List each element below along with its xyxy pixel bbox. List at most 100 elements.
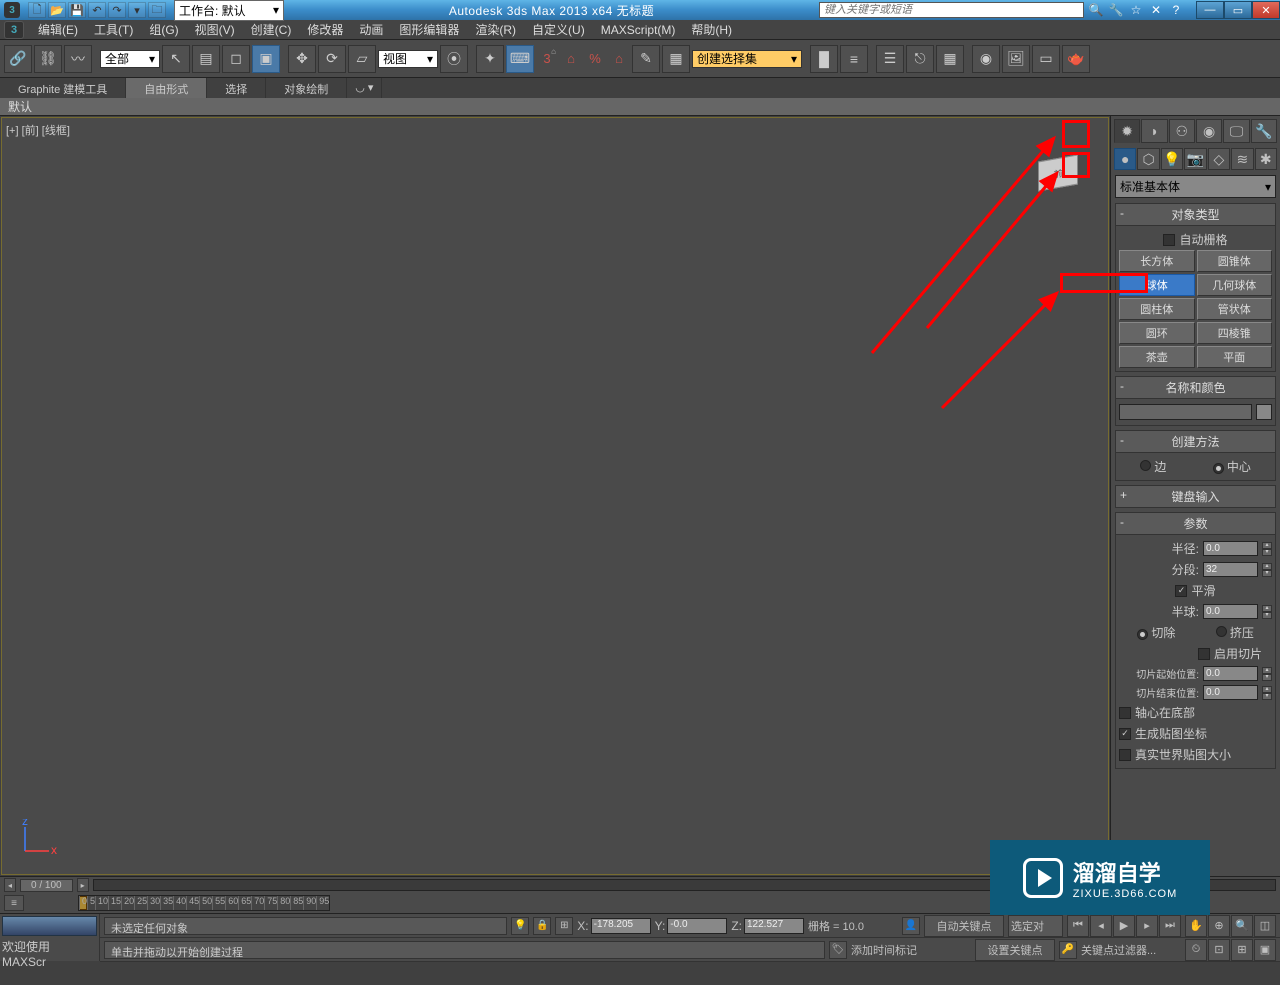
utilities-tab-icon[interactable]: 🔧: [1251, 119, 1277, 143]
slice-to-spinner[interactable]: 0.0: [1203, 685, 1258, 700]
y-input[interactable]: -0.0: [667, 918, 727, 934]
modify-tab-icon[interactable]: ◗: [1141, 119, 1167, 143]
helpers-icon[interactable]: ◇: [1208, 148, 1230, 170]
auto-key-button[interactable]: 自动关键点: [924, 915, 1004, 937]
edge-radio[interactable]: [1140, 460, 1151, 471]
spinner-snap-icon[interactable]: ⌂: [608, 45, 630, 73]
systems-icon[interactable]: ✱: [1255, 148, 1277, 170]
rotate-icon[interactable]: ⟳: [318, 45, 346, 73]
schematic-icon[interactable]: ▦: [936, 45, 964, 73]
app-icon[interactable]: 3: [4, 2, 20, 18]
zoom-ext-icon[interactable]: ⊡: [1208, 939, 1230, 961]
menu-modifiers[interactable]: 修改器: [299, 19, 351, 40]
geosphere-button[interactable]: 几何球体: [1197, 274, 1273, 296]
render-setup-icon[interactable]: 🖼: [1002, 45, 1030, 73]
rollout-header[interactable]: -名称和颜色: [1115, 376, 1276, 399]
edit-named-sel-icon[interactable]: ✎: [632, 45, 660, 73]
chop-radio[interactable]: [1137, 629, 1148, 640]
viewcube[interactable]: 前: [1038, 158, 1088, 208]
minimize-button[interactable]: —: [1196, 1, 1224, 19]
abs-rel-icon[interactable]: ⊞: [555, 917, 573, 935]
time-slider-left[interactable]: ◂: [4, 878, 16, 892]
render-frame-icon[interactable]: ▭: [1032, 45, 1060, 73]
menu-render[interactable]: 渲染(R): [467, 19, 524, 40]
new-icon[interactable]: 🗋: [28, 2, 46, 18]
trackbar-toggle-icon[interactable]: ≡: [4, 895, 24, 911]
cone-button[interactable]: 圆锥体: [1197, 250, 1273, 272]
spacewarps-icon[interactable]: ≋: [1231, 148, 1253, 170]
zoom-icon[interactable]: 🔍: [1231, 915, 1253, 937]
manip-icon[interactable]: ✦: [476, 45, 504, 73]
menu-graph[interactable]: 图形编辑器: [391, 19, 467, 40]
material-icon[interactable]: ◉: [972, 45, 1000, 73]
redo-icon[interactable]: ↷: [108, 2, 126, 18]
selection-filter-dropdown[interactable]: 全部▾: [100, 50, 160, 68]
arc-rotate-icon[interactable]: ⊕: [1208, 915, 1230, 937]
render-icon[interactable]: 🫖: [1062, 45, 1090, 73]
menu-edit[interactable]: 编辑(E): [30, 19, 86, 40]
selected-dd[interactable]: 选定对: [1008, 915, 1063, 937]
pivot-icon[interactable]: ⦿: [440, 45, 468, 73]
key-filter-button[interactable]: 关键点过滤器...: [1081, 942, 1181, 958]
menu-maxscript[interactable]: MAXScript(M): [593, 21, 684, 39]
snap-3-icon[interactable]: 3⌂: [536, 45, 558, 73]
angle-snap-icon[interactable]: ⌂: [560, 45, 582, 73]
sel-lock-icon[interactable]: 🔒: [533, 917, 551, 935]
time-config-icon[interactable]: ⏲: [1185, 939, 1207, 961]
menu-animation[interactable]: 动画: [351, 19, 391, 40]
align-icon[interactable]: ≡: [840, 45, 868, 73]
move-icon[interactable]: ✥: [288, 45, 316, 73]
base-pivot-checkbox[interactable]: [1119, 707, 1131, 719]
project-icon[interactable]: 🗀: [148, 2, 166, 18]
pyramid-button[interactable]: 四棱锥: [1197, 322, 1273, 344]
select-rect-icon[interactable]: ◻: [222, 45, 250, 73]
play-icon[interactable]: ▶: [1113, 915, 1135, 937]
ribbon-tab-paint[interactable]: 对象绘制: [266, 78, 347, 98]
curve-editor-icon[interactable]: ⎋: [906, 45, 934, 73]
ref-coord-dropdown[interactable]: 视图▾: [378, 50, 438, 68]
ribbon-tab-graphite[interactable]: Graphite 建模工具: [0, 78, 126, 98]
select-icon[interactable]: ↖: [162, 45, 190, 73]
ribbon-tab-freeform[interactable]: 自由形式: [126, 78, 207, 98]
teapot-button[interactable]: 茶壶: [1119, 346, 1195, 368]
hierarchy-tab-icon[interactable]: ⚇: [1169, 119, 1195, 143]
slice-on-checkbox[interactable]: [1198, 648, 1210, 660]
help-icon[interactable]: ?: [1168, 2, 1184, 18]
add-time-tag[interactable]: 添加时间标记: [851, 942, 971, 958]
viewport-label[interactable]: [+] [前] [线框]: [6, 122, 70, 138]
rollout-header[interactable]: -创建方法: [1115, 430, 1276, 453]
unlink-icon[interactable]: ⛓: [34, 45, 62, 73]
real-world-checkbox[interactable]: [1119, 749, 1131, 761]
keyboard-shortcut-icon[interactable]: ⌨: [506, 45, 534, 73]
time-tag-icon[interactable]: 🏷: [829, 941, 847, 959]
save-icon[interactable]: 💾: [68, 2, 86, 18]
undo-icon[interactable]: ↶: [88, 2, 106, 18]
lock-icon[interactable]: 💡: [511, 917, 529, 935]
radius-spinner[interactable]: 0.0: [1203, 541, 1258, 556]
menu-views[interactable]: 视图(V): [187, 19, 243, 40]
select-name-icon[interactable]: ▤: [192, 45, 220, 73]
fov-icon[interactable]: ◫: [1254, 915, 1276, 937]
create-tab-icon[interactable]: ✹: [1114, 119, 1140, 143]
exchange-icon[interactable]: ✕: [1148, 2, 1164, 18]
z-input[interactable]: 122.527: [744, 918, 804, 934]
search-input[interactable]: [819, 2, 1084, 18]
layers-icon[interactable]: ☰: [876, 45, 904, 73]
goto-end-icon[interactable]: ⏭: [1159, 915, 1181, 937]
cylinder-button[interactable]: 圆柱体: [1119, 298, 1195, 320]
sphere-button[interactable]: 球体: [1119, 274, 1195, 296]
link-icon[interactable]: 🔗: [4, 45, 32, 73]
zoom-all-icon[interactable]: ⊞: [1231, 939, 1253, 961]
slice-from-spinner[interactable]: 0.0: [1203, 666, 1258, 681]
plane-button[interactable]: 平面: [1197, 346, 1273, 368]
percent-snap-icon[interactable]: %: [584, 45, 606, 73]
gen-map-checkbox[interactable]: ✓: [1119, 728, 1131, 740]
app-menu-icon[interactable]: 3: [4, 21, 24, 39]
isolate-icon[interactable]: 👤: [902, 917, 920, 935]
segments-spinner[interactable]: 32: [1203, 562, 1258, 577]
named-selection-dropdown[interactable]: 创建选择集▾: [692, 50, 802, 68]
search-go-icon[interactable]: 🔍: [1088, 2, 1104, 18]
menu-tools[interactable]: 工具(T): [86, 19, 141, 40]
smooth-checkbox[interactable]: ✓: [1175, 585, 1187, 597]
max-viewport-icon[interactable]: ▣: [1254, 939, 1276, 961]
